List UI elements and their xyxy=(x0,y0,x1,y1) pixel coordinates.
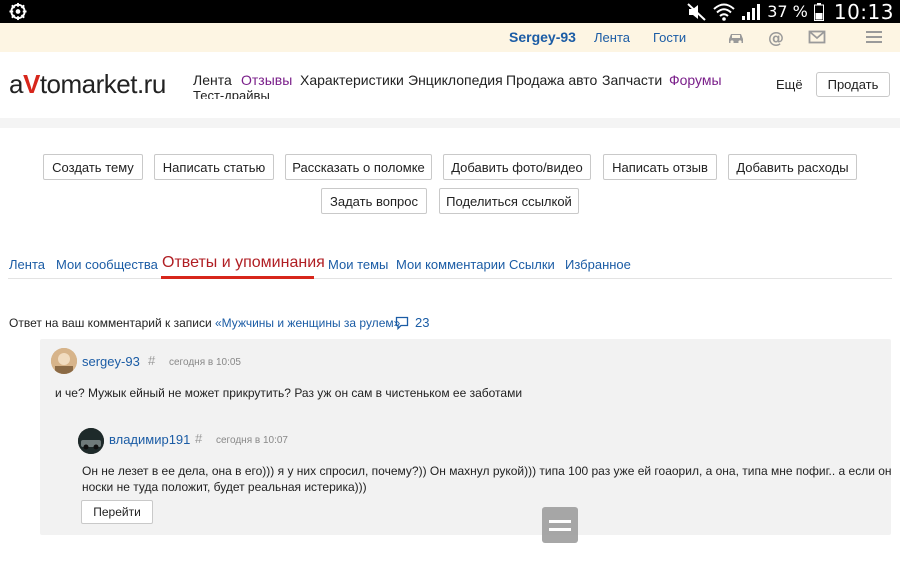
comment-time: сегодня в 10:05 xyxy=(169,357,241,368)
comment-count[interactable]: 23 xyxy=(395,315,429,330)
tab-favorites[interactable]: Избранное xyxy=(565,257,631,272)
avatar[interactable] xyxy=(51,348,77,374)
user-avatar-image xyxy=(51,348,77,374)
share-link-button[interactable]: Поделиться ссылкой xyxy=(439,188,579,214)
tab-feed[interactable]: Лента xyxy=(9,257,45,272)
header-divider xyxy=(0,118,900,128)
nav-car-sales[interactable]: Продажа авто xyxy=(506,72,597,88)
reply-text-line-1: Он не лезет в ее дела, она в его))) я у … xyxy=(82,464,892,478)
username-link[interactable]: Sergey-93 xyxy=(509,29,576,45)
menu-bar xyxy=(549,519,571,523)
nav-encyclopedia[interactable]: Энциклопедия xyxy=(408,72,503,88)
user-avatar-image xyxy=(78,428,104,454)
tab-my-topics[interactable]: Мои темы xyxy=(328,257,388,272)
battery-level: 37 % xyxy=(767,2,808,21)
feed-link[interactable]: Лента xyxy=(594,30,630,45)
floating-menu-button[interactable] xyxy=(542,507,578,543)
sell-button[interactable]: Продать xyxy=(816,72,890,97)
avatar[interactable] xyxy=(78,428,104,454)
wifi-icon xyxy=(713,3,735,21)
content-tabs: Лента Мои сообщества Ответы и упоминания… xyxy=(0,250,900,280)
site-logo[interactable]: aVtomarket.ru xyxy=(9,69,166,100)
guests-link[interactable]: Гости xyxy=(653,30,686,45)
nav-test-drives[interactable]: Тест-драйвы xyxy=(193,88,270,99)
svg-text:@: @ xyxy=(768,28,784,46)
reply-text-line-2: носки не туда положит, будет реальная ис… xyxy=(82,480,367,494)
active-tab-indicator xyxy=(161,276,314,279)
create-topic-button[interactable]: Создать тему xyxy=(43,154,143,180)
comment-permalink[interactable]: # xyxy=(148,353,155,368)
tab-replies-mentions[interactable]: Ответы и упоминания xyxy=(162,254,325,272)
menu-bar xyxy=(549,527,571,531)
nav-specs[interactable]: Характеристики xyxy=(300,72,404,88)
more-menu[interactable]: Ещё xyxy=(776,77,803,92)
site-header: aVtomarket.ru Лента Отзывы Характеристик… xyxy=(0,52,900,118)
car-icon[interactable] xyxy=(727,28,745,46)
battery-icon xyxy=(813,2,824,21)
tab-my-communities[interactable]: Мои сообщества xyxy=(56,257,158,272)
reply-time: сегодня в 10:07 xyxy=(216,435,288,446)
clock: 10:13 xyxy=(833,0,894,24)
at-icon[interactable]: @ xyxy=(767,28,785,46)
report-breakdown-button[interactable]: Рассказать о поломке xyxy=(285,154,432,180)
nav-forums[interactable]: Форумы xyxy=(669,72,722,88)
mail-icon[interactable] xyxy=(808,28,826,46)
comment-bubble-icon xyxy=(395,316,409,330)
tab-links[interactable]: Ссылки xyxy=(509,257,555,272)
reply-author[interactable]: владимир191 xyxy=(109,432,190,447)
post-title-link[interactable]: «Мужчины и женщины за рулем» xyxy=(215,316,400,330)
mute-icon xyxy=(687,2,706,21)
add-expenses-button[interactable]: Добавить расходы xyxy=(728,154,857,180)
tab-my-comments[interactable]: Мои комментарии xyxy=(396,257,505,272)
reply-permalink[interactable]: # xyxy=(195,431,202,446)
system-status-bar: 37 % 10:13 xyxy=(0,0,900,24)
ask-question-button[interactable]: Задать вопрос xyxy=(321,188,427,214)
tabs-divider xyxy=(8,278,892,279)
write-review-button[interactable]: Написать отзыв xyxy=(603,154,717,180)
hamburger-icon[interactable] xyxy=(865,28,883,46)
user-bar: Sergey-93 Лента Гости @ xyxy=(0,23,900,52)
settings-gear-icon xyxy=(9,2,27,21)
comment-author[interactable]: sergey-93 xyxy=(82,354,140,369)
write-article-button[interactable]: Написать статью xyxy=(154,154,274,180)
nav-parts[interactable]: Запчасти xyxy=(602,72,662,88)
nav-reviews[interactable]: Отзывы xyxy=(241,72,292,88)
entry-header: Ответ на ваш комментарий к записи «Мужчи… xyxy=(9,316,401,330)
add-photo-video-button[interactable]: Добавить фото/видео xyxy=(443,154,591,180)
comment-text: и че? Мужык ейный не может прикрутить? Р… xyxy=(55,386,523,400)
nav-feed[interactable]: Лента xyxy=(193,72,232,88)
signal-icon xyxy=(742,3,761,20)
goto-button[interactable]: Перейти xyxy=(81,500,153,524)
